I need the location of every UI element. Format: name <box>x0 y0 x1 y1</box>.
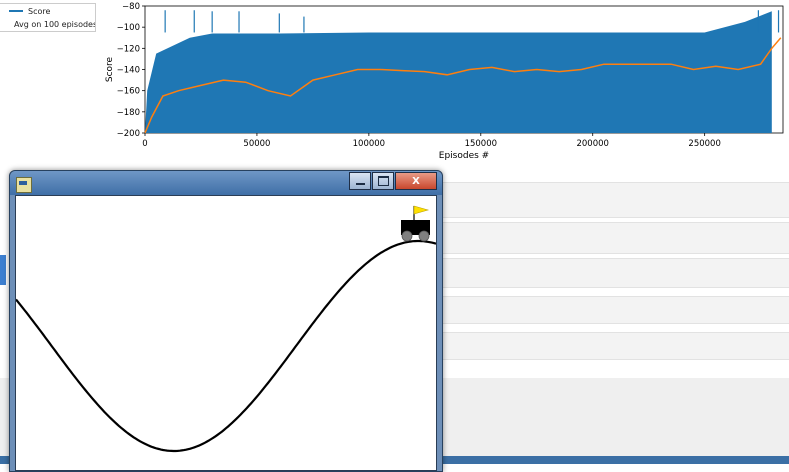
legend-label-score: Score <box>28 6 51 16</box>
window-controls: X <box>348 172 437 190</box>
chart-legend: Score Avg on 100 episodes <box>0 3 96 32</box>
left-edge-tab[interactable] <box>0 255 6 285</box>
maximize-button[interactable] <box>372 172 394 190</box>
background-panel-2 <box>440 222 789 254</box>
x-tick-label-0: 0 <box>142 139 147 149</box>
background-panel-4 <box>440 296 789 324</box>
legend-label-average: Avg on 100 episodes <box>14 19 96 29</box>
minimize-button[interactable] <box>349 172 371 190</box>
background-panel-1 <box>440 182 789 218</box>
mountain-car-scene <box>16 205 436 453</box>
y-axis-label: Score <box>105 56 115 82</box>
y-tick-label-2: −120 <box>117 44 140 54</box>
x-tick-label-4: 200000 <box>576 139 608 149</box>
background-panel-5 <box>440 332 789 360</box>
y-tick-label-6: −200 <box>117 129 140 139</box>
minimize-icon <box>355 183 365 185</box>
cart-wheel-right <box>418 230 430 242</box>
y-tick-label-0: −80 <box>122 2 140 12</box>
legend-entry-average: Avg on 100 episodes <box>0 18 95 30</box>
window-titlebar[interactable]: X <box>10 171 442 195</box>
flag-icon <box>413 205 430 215</box>
simulation-window[interactable]: X <box>9 170 443 472</box>
close-button[interactable]: X <box>395 172 437 190</box>
legend-swatch-score <box>9 10 23 12</box>
python-app-icon <box>16 177 32 193</box>
y-tick-label-5: −180 <box>117 108 140 118</box>
close-icon: X <box>412 175 420 187</box>
x-tick-label-1: 50000 <box>243 139 270 149</box>
y-tick-label-3: −140 <box>117 66 140 76</box>
y-tick-label-4: −160 <box>117 87 140 97</box>
background-panel-3 <box>440 258 789 288</box>
x-tick-label-3: 150000 <box>465 139 497 149</box>
y-tick-label-1: −100 <box>117 23 140 33</box>
hill-curve <box>16 239 436 453</box>
legend-entry-score: Score <box>0 5 95 17</box>
simulation-canvas-area <box>15 195 437 471</box>
x-axis-label: Episodes # <box>439 151 489 161</box>
x-tick-label-2: 100000 <box>353 139 385 149</box>
training-score-chart: −80 −100 −120 −140 −160 −180 −2000 50000 100000 1… <box>105 2 784 161</box>
maximize-icon <box>377 176 389 186</box>
cart-wheel-left <box>401 230 413 242</box>
x-tick-label-5: 250000 <box>688 139 720 149</box>
